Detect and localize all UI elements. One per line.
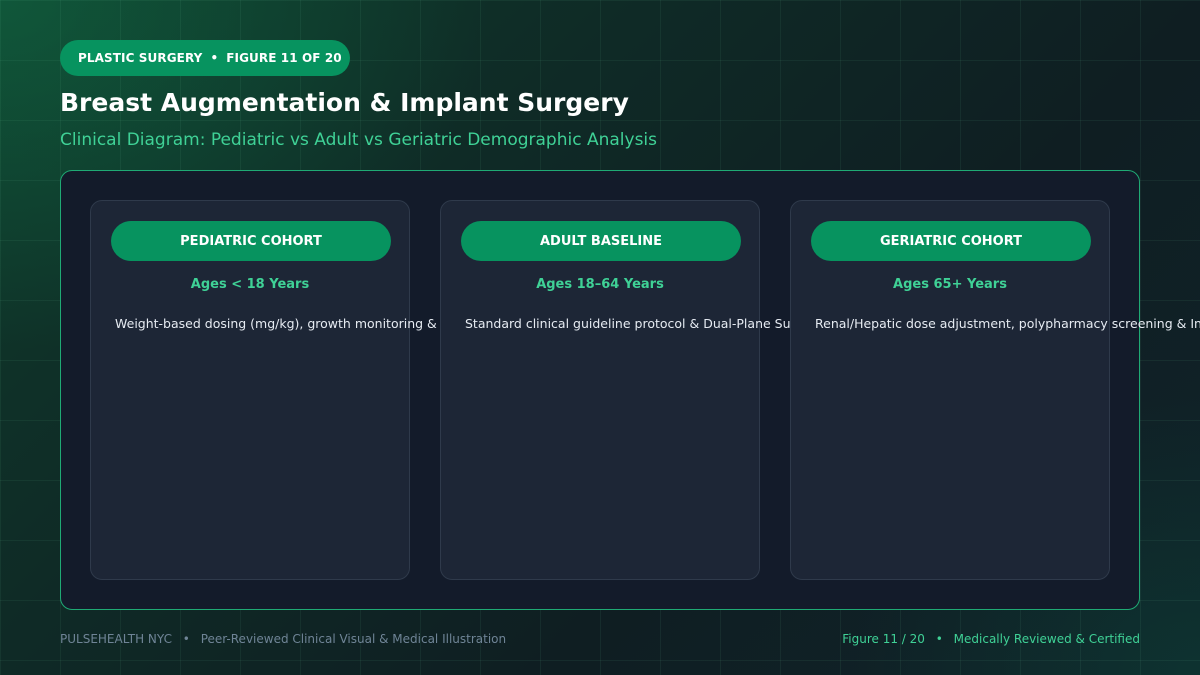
card-body-clip-pediatric: Weight-based dosing (mg/kg), growth moni… [90, 200, 440, 580]
footer-separator-left: • [182, 632, 190, 646]
footer-brand: PULSEHEALTH NYC [60, 632, 172, 646]
card-body-clip-geriatric: Renal/Hepatic dose adjustment, polypharm… [790, 200, 1200, 580]
footer-figure: Figure 11 / 20 [842, 632, 925, 646]
footer-separator-right: • [935, 632, 943, 646]
footer-right: Figure 11 / 20 • Medically Reviewed & Ce… [842, 632, 1140, 646]
badge-category: PLASTIC SURGERY [78, 51, 203, 65]
card-body-clip-adult: Standard clinical guideline protocol & D… [440, 200, 790, 580]
page-title: Breast Augmentation & Implant Surgery [60, 88, 629, 117]
card-body-pediatric: Weight-based dosing (mg/kg), growth moni… [115, 316, 440, 331]
card-body-geriatric: Renal/Hepatic dose adjustment, polypharm… [815, 316, 1200, 331]
page-subtitle: Clinical Diagram: Pediatric vs Adult vs … [60, 130, 658, 150]
footer-tagline: Peer-Reviewed Clinical Visual & Medical … [200, 632, 507, 646]
footer-left: PULSEHEALTH NYC • Peer-Reviewed Clinical… [60, 632, 506, 646]
badge-figure: FIGURE 11 OF 20 [226, 51, 342, 65]
badge-separator: • [210, 51, 219, 65]
footer-certification: Medically Reviewed & Certified [953, 632, 1140, 646]
card-body-adult: Standard clinical guideline protocol & D… [465, 316, 790, 331]
category-badge: PLASTIC SURGERY • FIGURE 11 OF 20 [60, 40, 350, 76]
slide: PLASTIC SURGERY • FIGURE 11 OF 20 Breast… [0, 0, 1200, 675]
